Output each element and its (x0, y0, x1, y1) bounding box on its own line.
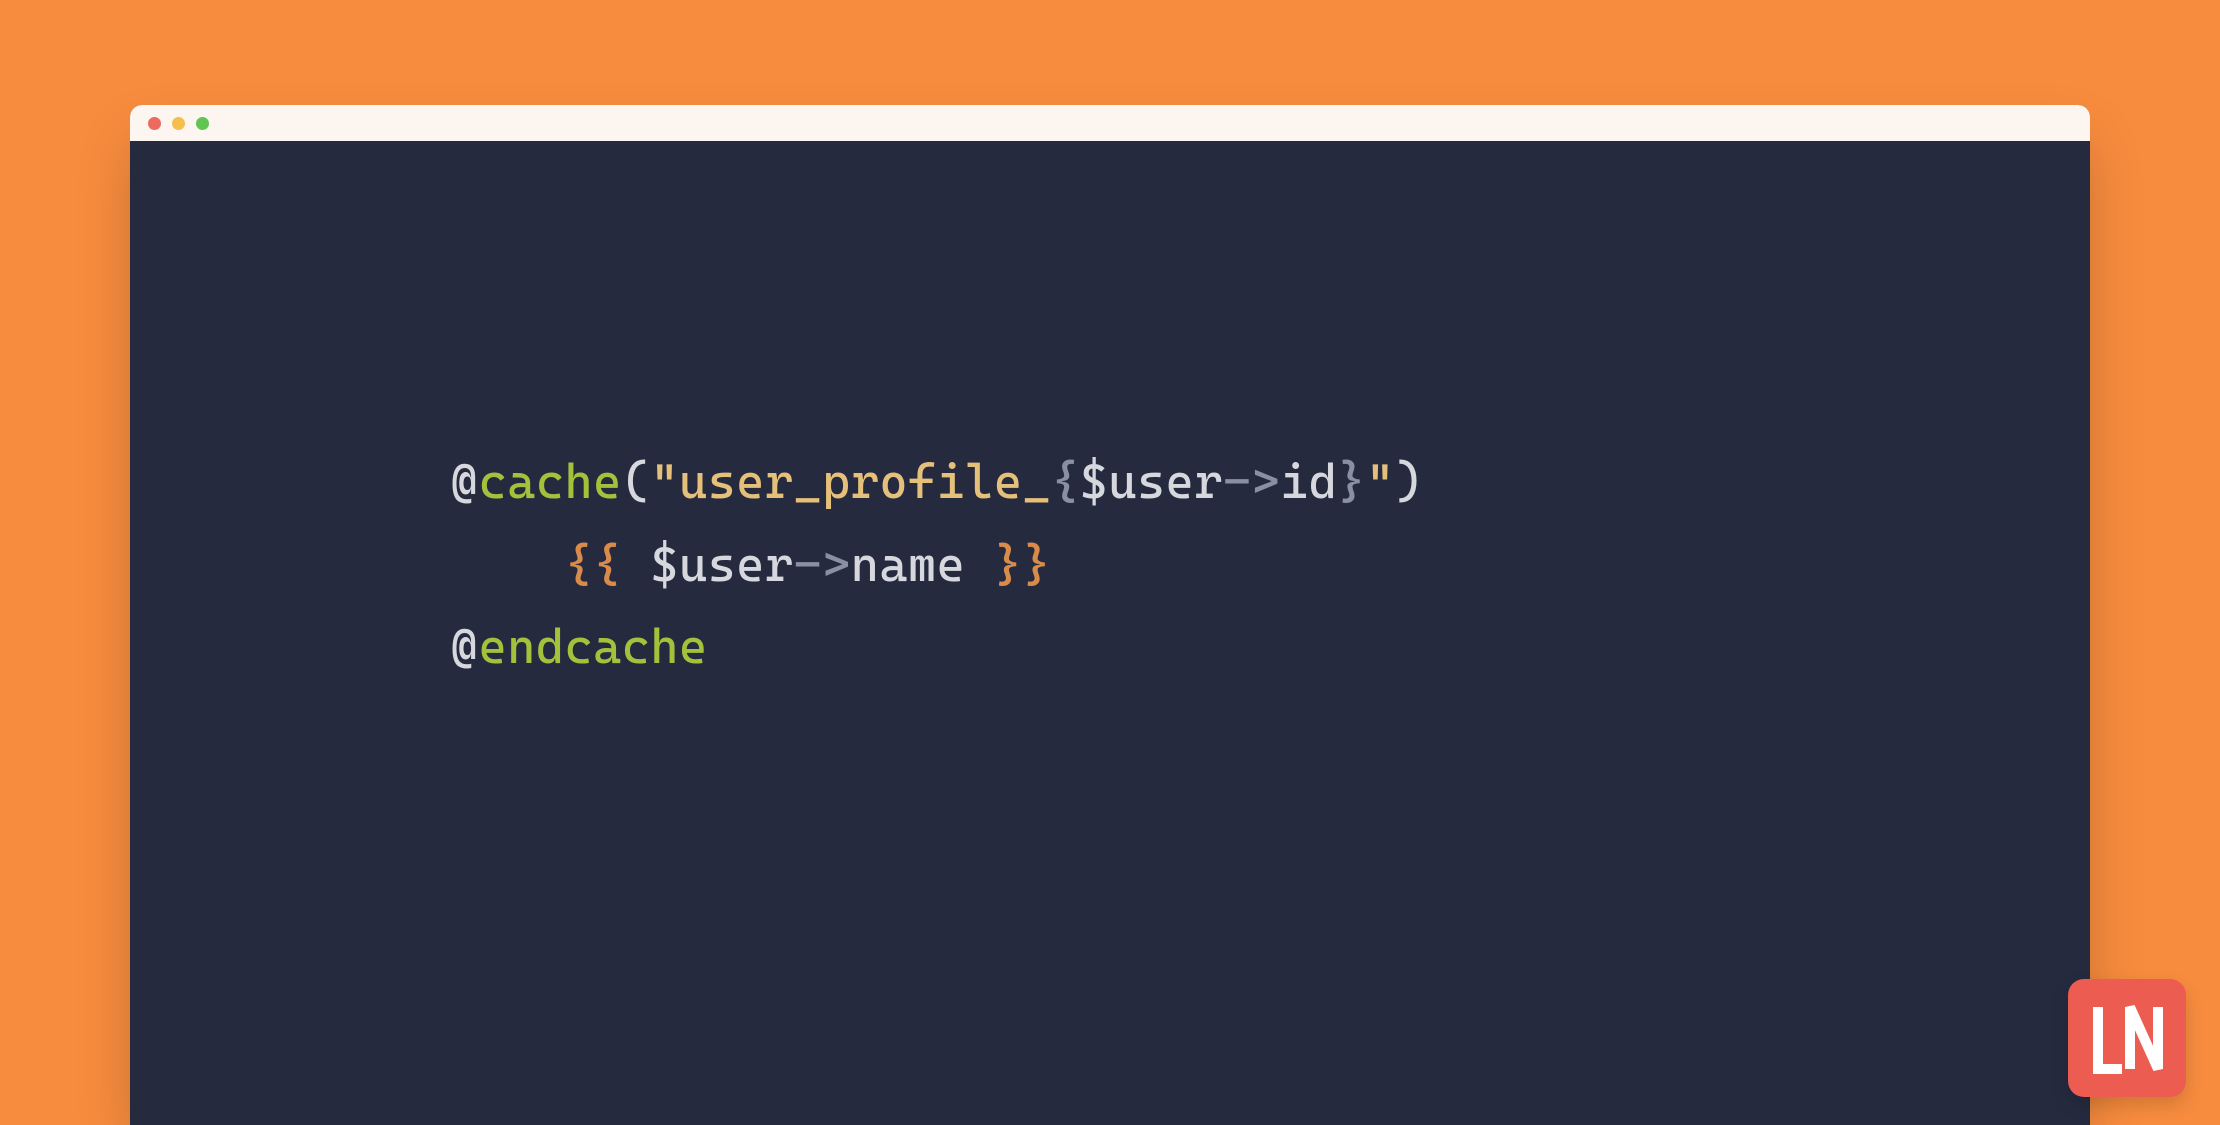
tok-blade-open: {{ (565, 537, 651, 593)
tok-string-literal: user_profile_ (679, 454, 1051, 510)
brand-logo (2068, 979, 2186, 1097)
tok-paren-open: ( (622, 454, 651, 510)
code-window: @cache("user_profile_{$user->id}") {{ $u… (130, 105, 2090, 1125)
tok-interp-open: { (1051, 454, 1080, 510)
traffic-light-close-icon[interactable] (148, 117, 161, 130)
tok-arrow: -> (794, 537, 851, 593)
tok-arrow: -> (1223, 454, 1280, 510)
tok-indent (450, 537, 565, 593)
tok-paren-close: ) (1395, 454, 1424, 510)
stage: @cache("user_profile_{$user->id}") {{ $u… (0, 0, 2220, 1125)
code-editor: @cache("user_profile_{$user->id}") {{ $u… (130, 141, 2090, 1125)
tok-string-open: " (650, 454, 679, 510)
tok-at: @ (450, 454, 479, 510)
traffic-light-zoom-icon[interactable] (196, 117, 209, 130)
code-block: @cache("user_profile_{$user->id}") {{ $u… (450, 441, 2090, 689)
tok-blade-close: }} (965, 537, 1051, 593)
tok-prop: name (851, 537, 966, 593)
tok-prop: id (1280, 454, 1337, 510)
tok-var: $user (650, 537, 793, 593)
tok-directive: cache (479, 454, 622, 510)
tok-at: @ (450, 619, 479, 675)
tok-var: $user (1080, 454, 1223, 510)
ln-logo-icon (2088, 999, 2166, 1077)
tok-string-close: " (1366, 454, 1395, 510)
tok-directive: endcache (479, 619, 708, 675)
tok-interp-close: } (1337, 454, 1366, 510)
traffic-light-minimize-icon[interactable] (172, 117, 185, 130)
window-titlebar (130, 105, 2090, 141)
